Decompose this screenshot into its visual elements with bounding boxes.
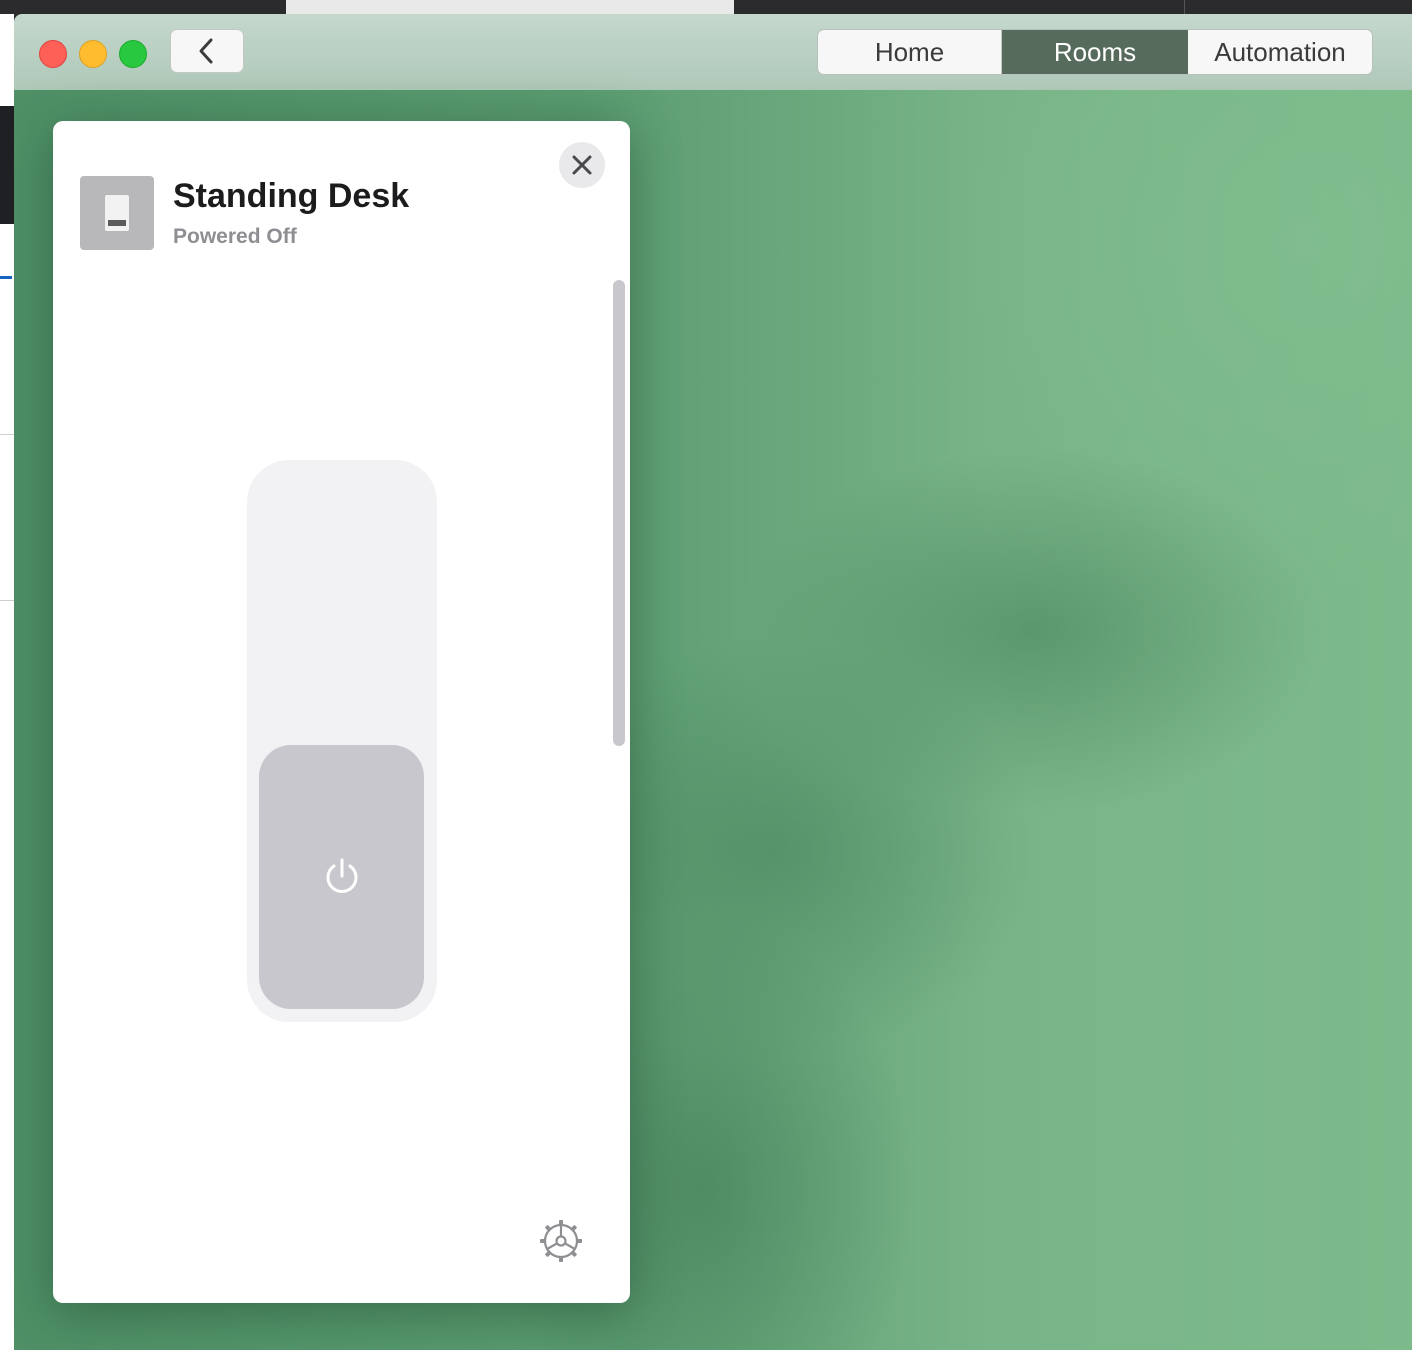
window-zoom-button[interactable] bbox=[119, 40, 147, 68]
power-switch-track[interactable] bbox=[247, 460, 437, 1022]
accessory-name: Standing Desk bbox=[173, 177, 410, 215]
title-bar: Home Rooms Automation bbox=[14, 14, 1412, 91]
scrollbar[interactable] bbox=[613, 280, 625, 746]
power-icon bbox=[326, 858, 357, 893]
home-app-window: Home Rooms Automation Standing Desk Powe… bbox=[14, 14, 1412, 1350]
background-page-dark-band bbox=[0, 106, 14, 224]
browser-tab-separator bbox=[1184, 0, 1185, 14]
accessory-settings-button[interactable] bbox=[537, 1217, 585, 1265]
close-icon bbox=[572, 155, 592, 175]
accessory-detail-card: Standing Desk Powered Off bbox=[53, 121, 630, 1303]
tab-home[interactable]: Home bbox=[818, 30, 1002, 74]
chevron-left-icon bbox=[199, 38, 213, 64]
view-segmented-control: Home Rooms Automation bbox=[817, 29, 1373, 75]
gear-icon bbox=[540, 1220, 582, 1262]
close-card-button[interactable] bbox=[559, 142, 605, 188]
power-switch-knob[interactable] bbox=[259, 745, 424, 1009]
background-page-divider bbox=[0, 600, 14, 601]
switch-plate bbox=[105, 195, 129, 231]
background-page-link-underline bbox=[0, 276, 12, 279]
tab-rooms[interactable]: Rooms bbox=[1002, 30, 1188, 74]
back-button[interactable] bbox=[170, 29, 244, 73]
light-switch-icon bbox=[80, 176, 154, 250]
tab-automation[interactable]: Automation bbox=[1188, 30, 1372, 74]
browser-tab-strip bbox=[0, 0, 1412, 14]
switch-toggle bbox=[108, 220, 126, 226]
background-page-divider bbox=[0, 434, 14, 435]
browser-active-tab[interactable] bbox=[286, 0, 734, 14]
window-close-button[interactable] bbox=[39, 40, 67, 68]
background-page bbox=[0, 14, 14, 1350]
window-minimize-button[interactable] bbox=[79, 40, 107, 68]
accessory-status: Powered Off bbox=[173, 225, 297, 248]
